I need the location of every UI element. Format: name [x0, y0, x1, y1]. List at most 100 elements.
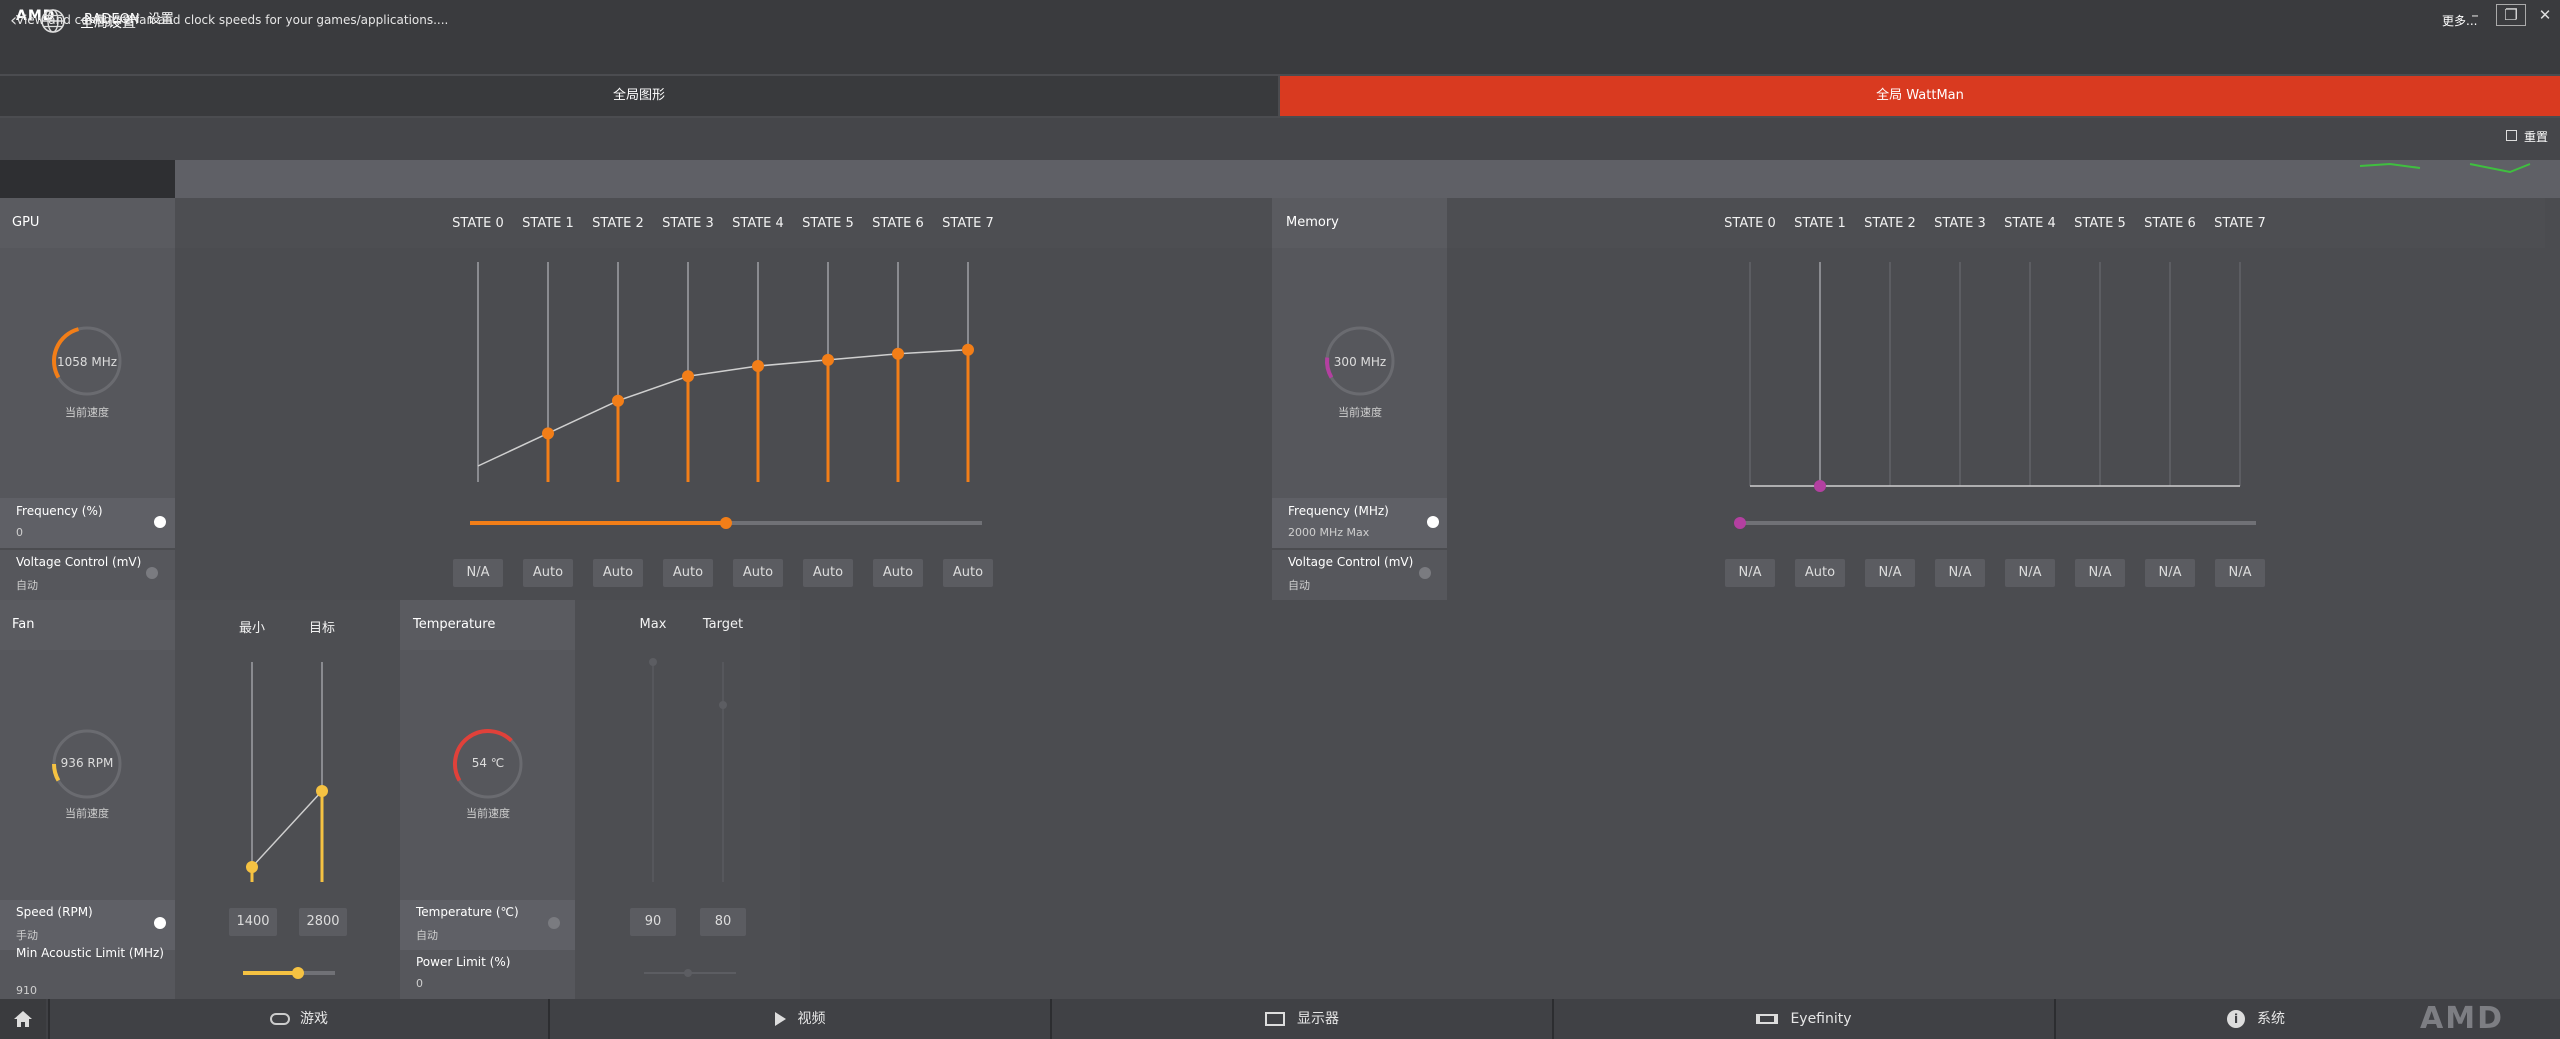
- more-link[interactable]: 更多...: [2442, 12, 2477, 29]
- gpu-state-point[interactable]: [752, 360, 764, 373]
- state-label: STATE 1: [1794, 216, 1846, 231]
- memory-frequency-chart: [1749, 262, 2241, 492]
- voltage-button[interactable]: N/A: [1725, 559, 1775, 587]
- acoustic-label: Min Acoustic Limit (MHz): [16, 946, 164, 960]
- temperature-toggle[interactable]: [548, 917, 560, 929]
- nav-games[interactable]: 游戏: [50, 999, 548, 1039]
- nav-system-label: 系统: [2257, 1011, 2285, 1027]
- tab-global-graphics[interactable]: 全局图形: [0, 76, 1278, 116]
- voltage-button[interactable]: Auto: [943, 559, 993, 587]
- nav-eyefinity-label: Eyefinity: [1790, 1011, 1852, 1027]
- voltage-button[interactable]: Auto: [523, 559, 573, 587]
- state-label: STATE 5: [2074, 216, 2126, 231]
- state-label: STATE 2: [1864, 216, 1916, 231]
- memory-voltage-toggle[interactable]: [1419, 567, 1431, 579]
- voltage-button[interactable]: N/A: [2145, 559, 2195, 587]
- gpu-state-point[interactable]: [892, 347, 904, 360]
- gpu-state-point[interactable]: [542, 427, 554, 440]
- gpu-state-point[interactable]: [822, 353, 834, 366]
- fan-min-input[interactable]: 1400: [229, 908, 277, 936]
- gamepad-icon: [270, 1013, 290, 1025]
- nav-video-label: 视频: [797, 1011, 826, 1027]
- gpu-state-point[interactable]: [962, 343, 974, 356]
- nav-display[interactable]: 显示器: [1052, 999, 1552, 1039]
- state-label: STATE 7: [2214, 216, 2266, 231]
- gpu-state-point[interactable]: [612, 394, 624, 407]
- state-label: STATE 0: [452, 216, 504, 231]
- reset-button[interactable]: 重置: [2524, 128, 2548, 145]
- temperature-gauge-label: 当前速度: [466, 807, 510, 820]
- tab-global-wattman[interactable]: 全局 WattMan: [1280, 76, 2560, 116]
- history-strip-dark: [0, 160, 175, 198]
- voltage-button[interactable]: Auto: [733, 559, 783, 587]
- fan-values-row: [175, 900, 400, 950]
- gpu-frequency-toggle[interactable]: [154, 516, 166, 528]
- memory-gauge-label: 当前速度: [1338, 406, 1382, 419]
- temperature-gauge-value: 54 ℃: [471, 756, 505, 770]
- temperature-max-input[interactable]: 90: [630, 908, 676, 936]
- fan-target-input[interactable]: 2800: [299, 908, 347, 936]
- memory-frequency-slider-handle[interactable]: [1734, 517, 1746, 529]
- temperature-target-point[interactable]: [719, 701, 727, 709]
- voltage-button[interactable]: Auto: [873, 559, 923, 587]
- fan-target-point[interactable]: [316, 785, 328, 797]
- voltage-button[interactable]: N/A: [2075, 559, 2125, 587]
- nav-eyefinity[interactable]: Eyefinity: [1554, 999, 2054, 1039]
- memory-voltage-label: Voltage Control (mV): [1288, 555, 1414, 569]
- temperature-columns-header: [575, 600, 800, 650]
- power-limit-value: 0: [416, 977, 423, 990]
- fan-speed-toggle[interactable]: [154, 917, 166, 929]
- fan-speed-value: 手动: [16, 929, 38, 942]
- voltage-button[interactable]: Auto: [593, 559, 643, 587]
- memory-frequency-slider[interactable]: [1740, 521, 2256, 525]
- gpu-gauge-value: 1058 MHz: [56, 355, 118, 369]
- power-limit-slider-handle[interactable]: [684, 969, 692, 977]
- voltage-button[interactable]: N/A: [2005, 559, 2055, 587]
- voltage-button[interactable]: Auto: [1795, 559, 1845, 587]
- temperature-max-point[interactable]: [649, 658, 657, 666]
- gpu-frequency-label: Frequency (%): [16, 504, 103, 518]
- voltage-button[interactable]: N/A: [1865, 559, 1915, 587]
- state-label: STATE 5: [802, 216, 854, 231]
- amd-footer-logo: AMD: [2420, 1001, 2504, 1036]
- state-label: STATE 4: [732, 216, 784, 231]
- voltage-button[interactable]: N/A: [2215, 559, 2265, 587]
- voltage-button[interactable]: N/A: [453, 559, 503, 587]
- temperature-target-header: Target: [702, 617, 744, 632]
- home-icon: [14, 1011, 32, 1027]
- nav-system[interactable]: i 系统: [2056, 999, 2456, 1039]
- fan-curve-line: [251, 790, 323, 868]
- gpu-voltage-label: Voltage Control (mV): [16, 555, 142, 569]
- fan-min-header: 最小: [238, 621, 265, 636]
- gpu-frequency-slider-fill: [470, 521, 726, 525]
- memory-frequency-toggle[interactable]: [1427, 516, 1439, 528]
- memory-gauge-value: 300 MHz: [1333, 355, 1387, 369]
- temperature-label: Temperature (℃): [416, 905, 519, 919]
- page-description: View and configure fan and clock speeds …: [16, 13, 449, 27]
- reset-icon[interactable]: [2506, 130, 2517, 141]
- restore-icon[interactable]: ❐: [2496, 4, 2526, 26]
- gpu-frequency-slider-handle[interactable]: [720, 517, 732, 529]
- voltage-button[interactable]: N/A: [1935, 559, 1985, 587]
- fan-speed-label: Speed (RPM): [16, 905, 93, 919]
- state-label: STATE 3: [1934, 216, 1986, 231]
- nav-video[interactable]: 视频: [550, 999, 1050, 1039]
- close-icon[interactable]: ✕: [2530, 2, 2560, 28]
- history-graph: [2359, 162, 2531, 174]
- state-label: STATE 1: [522, 216, 574, 231]
- memory-title: Memory: [1286, 215, 1339, 230]
- gpu-state-point[interactable]: [682, 370, 694, 383]
- temperature-target-input[interactable]: 80: [700, 908, 746, 936]
- gpu-states-header: [175, 198, 1272, 248]
- memory-state-point[interactable]: [1814, 480, 1826, 492]
- state-label: STATE 7: [942, 216, 994, 231]
- temperature-value: 自动: [416, 929, 438, 942]
- state-label: STATE 2: [592, 216, 644, 231]
- temperature-title: Temperature: [413, 617, 496, 632]
- voltage-button[interactable]: Auto: [803, 559, 853, 587]
- fan-gauge-label: 当前速度: [65, 807, 109, 820]
- fan-target-header: 目标: [308, 621, 335, 636]
- fan-min-point[interactable]: [246, 861, 258, 873]
- gpu-voltage-toggle[interactable]: [146, 567, 158, 579]
- voltage-button[interactable]: Auto: [663, 559, 713, 587]
